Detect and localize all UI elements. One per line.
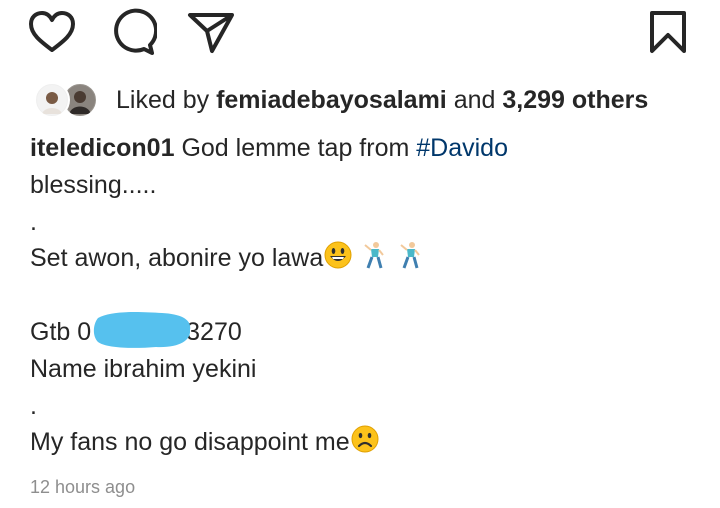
redaction-blob	[93, 312, 191, 348]
caption-line: iteledicon01 God lemme tap from #Davido	[30, 130, 690, 167]
comment-icon[interactable]	[109, 8, 157, 56]
liked-by-and: and	[453, 85, 496, 114]
bookmark-icon[interactable]	[648, 10, 688, 54]
caption-line: Name ibrahim yekini	[30, 355, 257, 383]
hashtag-link[interactable]: #Davido	[416, 134, 508, 162]
avatar[interactable]	[34, 82, 70, 118]
man-dancing-icon	[364, 242, 385, 269]
liked-by-username[interactable]: femiadebayosalami	[216, 86, 447, 114]
grinning-face-icon	[324, 241, 352, 269]
likes-count[interactable]: 3,299 others	[502, 86, 648, 114]
post-caption: iteledicon01 God lemme tap from #Davido …	[30, 130, 690, 461]
post-timestamp: 12 hours ago	[30, 477, 136, 497]
caption-line: Gtb 0 3270	[30, 312, 690, 351]
likes-row: Liked by femiadebayosalami and 3,299 oth…	[34, 82, 648, 118]
frowning-face-icon	[351, 425, 379, 453]
heart-icon[interactable]	[28, 10, 76, 54]
liked-by-label: Liked by	[116, 85, 210, 114]
caption-username[interactable]: iteledicon01	[30, 134, 175, 162]
bank-account-prefix: Gtb 0	[30, 318, 92, 346]
caption-text: My fans no go disappoint me	[30, 428, 350, 456]
likes-summary[interactable]: Liked by femiadebayosalami and 3,299 oth…	[116, 86, 648, 115]
share-icon[interactable]	[187, 10, 235, 54]
man-dancing-icon	[400, 242, 421, 269]
liker-avatars	[34, 82, 106, 118]
caption-line: Set awon, abonire yo lawa	[30, 240, 690, 277]
caption-line: blessing.....	[30, 171, 157, 199]
post-action-bar	[0, 8, 720, 56]
caption-dot: .	[30, 392, 37, 420]
caption-text: God lemme tap from	[181, 134, 410, 162]
bank-account-suffix: 3270	[186, 318, 242, 346]
caption-text: Set awon, abonire yo lawa	[30, 244, 324, 272]
caption-line: My fans no go disappoint me	[30, 424, 690, 461]
caption-dot: .	[30, 208, 37, 236]
